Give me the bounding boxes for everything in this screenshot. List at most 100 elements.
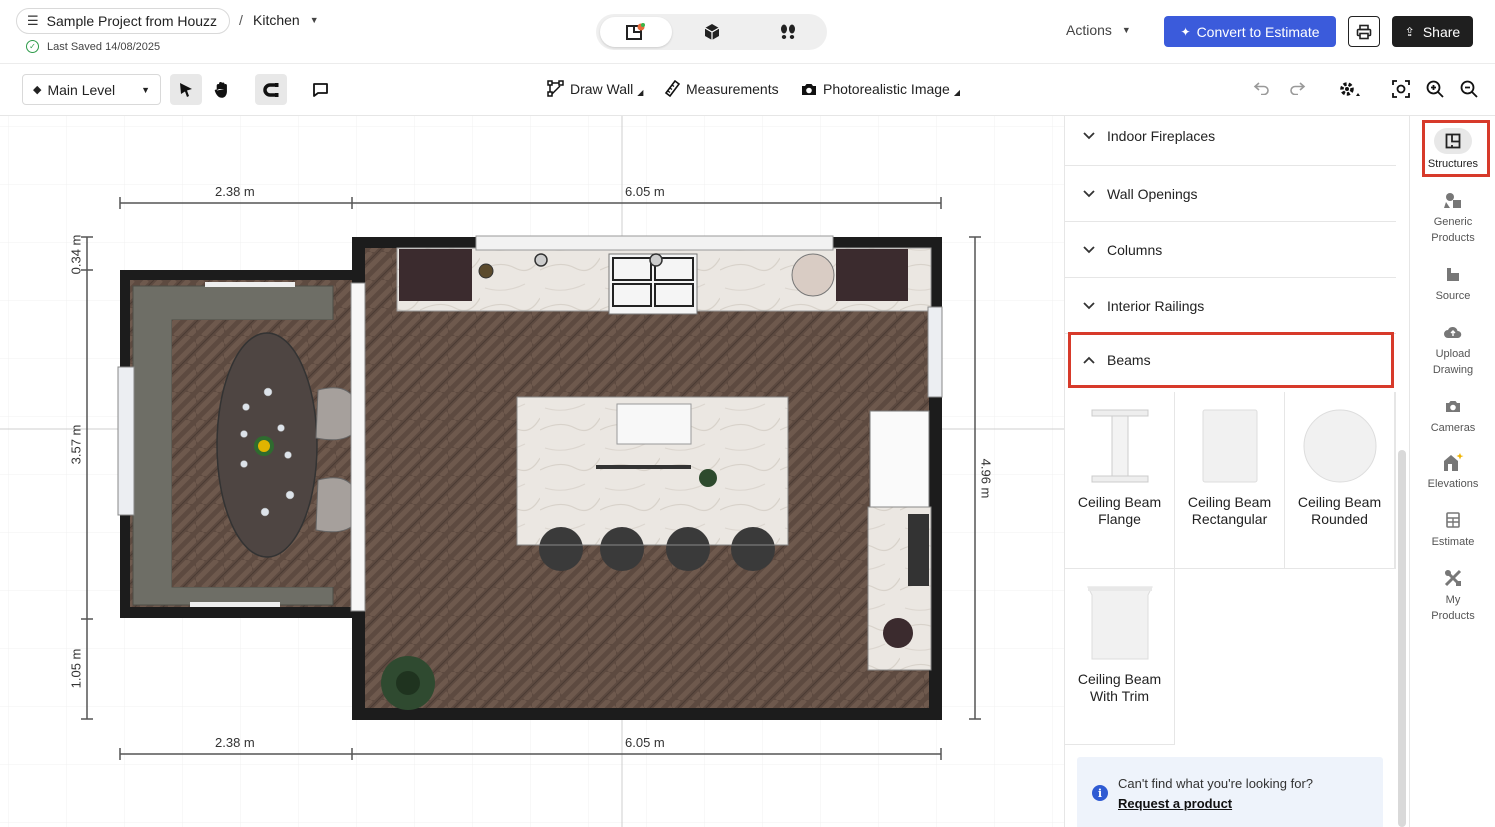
grid-divider: [1395, 392, 1396, 569]
hand-icon: [214, 81, 227, 98]
rail-item-structures[interactable]: Structures: [1410, 128, 1495, 172]
select-tool-button[interactable]: [170, 74, 202, 105]
category-indoor-fireplaces[interactable]: Indoor Fireplaces: [1065, 116, 1396, 166]
pan-tool-button[interactable]: [206, 74, 238, 105]
category-interior-railings[interactable]: Interior Railings: [1065, 278, 1396, 334]
category-label: Columns: [1107, 241, 1163, 258]
structures-icon: [1434, 128, 1472, 154]
undo-icon[interactable]: [1253, 80, 1271, 100]
structures-panel: Indoor Fireplaces Wall Openings Columns …: [1064, 116, 1409, 827]
rail-item-elevations[interactable]: Elevations: [1410, 452, 1495, 492]
level-label: Main Level: [47, 81, 116, 98]
category-columns[interactable]: Columns: [1065, 222, 1396, 278]
floorplan-canvas[interactable]: 2.38 m 6.05 m 2.38 m 6.05 m 0.34 m 3.57 …: [0, 116, 1064, 827]
category-label: Interior Railings: [1107, 297, 1205, 314]
share-button[interactable]: ⇪ Share: [1392, 16, 1473, 47]
settings-button[interactable]: [1338, 80, 1362, 103]
panel-scrollbar[interactable]: [1398, 450, 1406, 827]
redo-icon[interactable]: [1289, 80, 1307, 100]
beam-rect-thumb: [1202, 409, 1257, 483]
product-name: Ceiling Beam With Trim: [1077, 671, 1162, 704]
camera-icon: [801, 82, 817, 96]
dim-left-bottom: 1.05 m: [68, 648, 84, 689]
chevron-down-icon: ▼: [309, 15, 319, 25]
top-bar: ☰ Sample Project from Houzz / Kitchen ▼ …: [0, 0, 1495, 64]
chevron-down-icon: [1083, 245, 1097, 254]
draw-wall-icon: [547, 80, 564, 97]
view-2d-button[interactable]: [600, 17, 672, 47]
request-product-link[interactable]: Request a product: [1118, 796, 1232, 811]
snap-toggle-button[interactable]: [255, 74, 287, 105]
source-icon: [1445, 264, 1461, 284]
rail-item-source[interactable]: Source: [1410, 264, 1495, 304]
rail-label: Estimate: [1431, 536, 1475, 548]
dim-bottom-right: 6.05 m: [625, 735, 665, 750]
dim-bottom-left: 2.38 m: [215, 735, 255, 750]
rail-label: My Products: [1431, 594, 1475, 622]
beam-trim-thumb: [1086, 586, 1153, 660]
category-wall-openings[interactable]: Wall Openings: [1065, 166, 1396, 222]
info-icon: i: [1092, 785, 1108, 801]
print-button[interactable]: [1348, 16, 1380, 47]
rail-item-generic-products[interactable]: Generic Products: [1410, 190, 1495, 246]
product-card[interactable]: Ceiling Beam Rectangular: [1175, 392, 1285, 569]
product-name: Ceiling Beam Flange: [1077, 494, 1162, 527]
room-selector[interactable]: Kitchen ▼: [253, 12, 319, 28]
gear-icon: [1338, 80, 1362, 103]
floorplan-drawing: [0, 116, 1064, 827]
estimate-icon: [1446, 510, 1460, 530]
rail-item-cameras[interactable]: Cameras: [1410, 396, 1495, 436]
last-saved-text: Last Saved 14/08/2025: [47, 40, 161, 53]
product-card[interactable]: Ceiling Beam Flange: [1065, 392, 1175, 569]
camera-icon: [1445, 396, 1461, 416]
level-selector[interactable]: ◆ Main Level ▼: [22, 74, 161, 105]
magnet-icon: [263, 82, 279, 97]
dim-left-top: 0.34 m: [68, 234, 84, 275]
chevron-down-icon: ▼: [141, 84, 150, 95]
comment-icon: [312, 82, 328, 97]
breadcrumb-separator: /: [239, 12, 243, 28]
dim-top-left: 2.38 m: [215, 184, 255, 199]
view-walkthrough-button[interactable]: [752, 17, 824, 47]
actions-menu-button[interactable]: Actions ▼: [1066, 22, 1131, 38]
view-mode-toggle: [596, 14, 827, 50]
rail-label: Cameras: [1430, 422, 1476, 434]
product-card[interactable]: Ceiling Beam With Trim: [1065, 569, 1175, 745]
help-question: Can't find what you're looking for?: [1118, 776, 1314, 791]
chevron-down-icon: ▼: [1121, 25, 1131, 35]
product-card[interactable]: Ceiling Beam Rounded: [1285, 392, 1395, 569]
actions-label: Actions: [1066, 22, 1112, 38]
measurements-button[interactable]: Measurements: [664, 80, 779, 97]
rail-item-upload-drawing[interactable]: Upload Drawing: [1410, 322, 1495, 378]
rail-label: Source: [1435, 290, 1471, 302]
history-tools: [1253, 80, 1307, 100]
project-name-button[interactable]: ☰ Sample Project from Houzz: [16, 8, 231, 34]
photorealistic-image-button[interactable]: Photorealistic Image ◢: [801, 80, 960, 97]
hamburger-icon: ☰: [27, 13, 39, 28]
room-name: Kitchen: [253, 12, 300, 28]
zoom-in-icon[interactable]: [1426, 80, 1444, 103]
category-beams[interactable]: Beams: [1068, 332, 1394, 388]
rail-item-my-products[interactable]: My Products: [1410, 568, 1495, 624]
my-products-icon: [1444, 568, 1462, 588]
view-3d-button[interactable]: [676, 17, 748, 47]
project-name: Sample Project from Houzz: [46, 13, 218, 29]
request-product-box: i Can't find what you're looking for? Re…: [1077, 757, 1383, 827]
category-label: Wall Openings: [1107, 185, 1198, 202]
footsteps-icon: [781, 24, 795, 39]
comment-tool-button[interactable]: [304, 74, 336, 105]
elevations-icon: [1442, 452, 1464, 472]
editor-toolbar: ◆ Main Level ▼ Draw Wall ◢ Measurements …: [0, 64, 1495, 116]
chevron-down-icon: [1083, 131, 1097, 140]
draw-wall-button[interactable]: Draw Wall ◢: [547, 80, 643, 97]
fit-to-screen-icon[interactable]: [1392, 80, 1410, 103]
convert-label: Convert to Estimate: [1196, 23, 1320, 40]
rail-item-estimate[interactable]: Estimate: [1410, 510, 1495, 550]
dim-right: 4.96 m: [978, 458, 994, 499]
zoom-out-icon[interactable]: [1460, 80, 1478, 103]
save-status: ✓ Last Saved 14/08/2025: [26, 40, 160, 53]
dim-left-mid: 3.57 m: [68, 424, 84, 465]
submenu-corner-icon: ◢: [637, 88, 644, 97]
convert-to-estimate-button[interactable]: ✦ Convert to Estimate: [1164, 16, 1336, 47]
product-name: Ceiling Beam Rectangular: [1187, 494, 1272, 527]
